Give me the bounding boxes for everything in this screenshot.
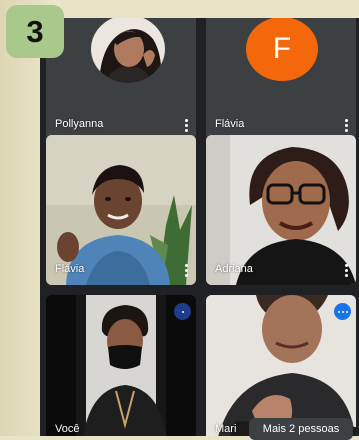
participant-tile-flavia-avatar[interactable]: F Flávia [206,18,356,140]
letter-avatar: F [246,18,318,81]
participant-name: Você [55,423,80,435]
participant-name: Pollyanna [55,118,104,130]
step-badge: 3 [6,5,64,58]
meeting-grid: Pollyanna F Flávia Flávia Adriana Você M… [40,18,359,436]
video-feed [206,295,356,436]
participant-avatar [91,18,165,83]
audio-indicator-icon [174,303,191,320]
participant-tile-adriana[interactable]: Adriana [206,135,356,285]
more-options-icon[interactable] [180,261,192,279]
participant-name: Flávia [55,263,85,275]
participant-tile-flavia-video[interactable]: Flávia [46,135,196,285]
participant-name: Flávia [215,118,245,130]
more-options-icon[interactable] [180,116,192,134]
speaking-indicator-icon [334,303,351,320]
participant-tile-mari[interactable]: Mari [206,295,356,436]
more-options-icon[interactable] [340,261,352,279]
more-people-button[interactable]: Mais 2 pessoas [249,418,353,440]
participant-name: Mari [215,423,237,435]
more-options-icon[interactable] [340,116,352,134]
video-feed [46,295,196,436]
participant-tile-pollyanna[interactable]: Pollyanna [46,18,196,140]
participant-name: Adriana [215,263,253,275]
participant-tile-voce[interactable]: Você [46,295,196,436]
